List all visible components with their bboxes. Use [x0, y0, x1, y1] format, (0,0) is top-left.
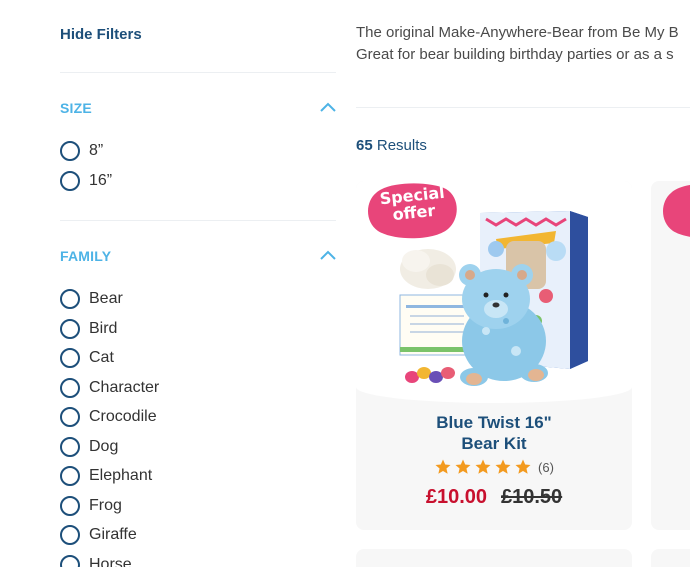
product-rating[interactable]: (6): [356, 458, 632, 476]
hearts-graphic: [405, 367, 455, 383]
radio-button[interactable]: [60, 437, 80, 457]
star-icon: [515, 459, 531, 474]
family-option-character[interactable]: Character: [60, 377, 159, 399]
chevron-up-icon[interactable]: [320, 250, 336, 260]
sale-price: £10.00: [425, 486, 487, 508]
family-option-bird[interactable]: Bird: [60, 318, 117, 340]
chevron-up-icon[interactable]: [320, 102, 336, 112]
results-number: 65: [356, 137, 373, 154]
family-option-bear[interactable]: Bear: [60, 288, 123, 310]
family-option-horse[interactable]: Horse: [60, 554, 132, 567]
radio-button[interactable]: [60, 141, 80, 161]
radio-button[interactable]: [60, 319, 80, 339]
option-label: Giraffe: [89, 526, 137, 543]
description-line: The original Make-Anywhere-Bear from Be …: [356, 24, 679, 41]
radio-button[interactable]: [60, 289, 80, 309]
star-icon: [435, 459, 451, 474]
divider: [60, 220, 336, 221]
review-count[interactable]: (6): [538, 460, 554, 475]
radio-button[interactable]: [60, 555, 80, 567]
rating-stars: [434, 458, 532, 476]
family-filter-title[interactable]: FAMILY: [60, 248, 111, 264]
description-line: Great for bear building birthday parties…: [356, 46, 674, 63]
option-label: Bear: [89, 290, 123, 307]
family-option-frog[interactable]: Frog: [60, 495, 122, 517]
radio-button[interactable]: [60, 348, 80, 368]
radio-button[interactable]: [60, 171, 80, 191]
star-icon: [495, 459, 511, 474]
results-label: Results: [376, 137, 427, 154]
hide-filters-link[interactable]: Hide Filters: [60, 26, 142, 43]
option-label: Horse: [89, 556, 132, 567]
product-title[interactable]: Blue Twist 16" Bear Kit: [356, 412, 632, 454]
product-prices: £10.00 £10.50: [356, 486, 632, 509]
divider: [356, 107, 690, 108]
product-title-line[interactable]: Blue Twist 16": [356, 412, 632, 433]
product-card-next[interactable]: [651, 181, 690, 530]
radio-button[interactable]: [60, 496, 80, 516]
option-label: Elephant: [89, 467, 153, 484]
special-offer-badge: [663, 183, 690, 239]
stuffing-graphic: [400, 249, 456, 289]
family-option-crocodile[interactable]: Crocodile: [60, 406, 157, 428]
radio-button[interactable]: [60, 378, 80, 398]
radio-button[interactable]: [60, 525, 80, 545]
option-label: Character: [89, 379, 160, 396]
product-card-row2[interactable]: [356, 549, 632, 567]
divider: [60, 72, 336, 73]
special-offer-badge: Special offer: [368, 183, 458, 239]
size-option-16[interactable]: 16”: [60, 170, 112, 192]
option-label: 8”: [89, 142, 104, 159]
product-title-line[interactable]: Bear Kit: [356, 433, 632, 454]
option-label: Bird: [89, 320, 118, 337]
radio-button[interactable]: [60, 466, 80, 486]
family-option-elephant[interactable]: Elephant: [60, 465, 152, 487]
product-card-row2-next[interactable]: [651, 549, 690, 567]
option-label: 16”: [89, 172, 113, 189]
option-label: Crocodile: [89, 408, 157, 425]
original-price: £10.50: [501, 486, 563, 508]
results-count: 65 Results: [356, 137, 427, 154]
option-label: Dog: [89, 438, 119, 455]
size-option-8[interactable]: 8”: [60, 140, 103, 162]
size-filter-title[interactable]: SIZE: [60, 100, 92, 116]
product-card[interactable]: Special offer Blue Twist 16" Bear Kit (6…: [356, 181, 632, 530]
family-option-giraffe[interactable]: Giraffe: [60, 524, 137, 546]
category-description: The original Make-Anywhere-Bear from Be …: [356, 22, 690, 66]
filter-sidebar: Hide Filters SIZE 8” 16” FAMILY Bear Bir…: [0, 0, 345, 567]
family-option-cat[interactable]: Cat: [60, 347, 114, 369]
option-label: Frog: [89, 497, 122, 514]
radio-button[interactable]: [60, 407, 80, 427]
family-option-dog[interactable]: Dog: [60, 436, 118, 458]
star-icon: [475, 459, 491, 474]
option-label: Cat: [89, 349, 114, 366]
star-icon: [455, 459, 471, 474]
